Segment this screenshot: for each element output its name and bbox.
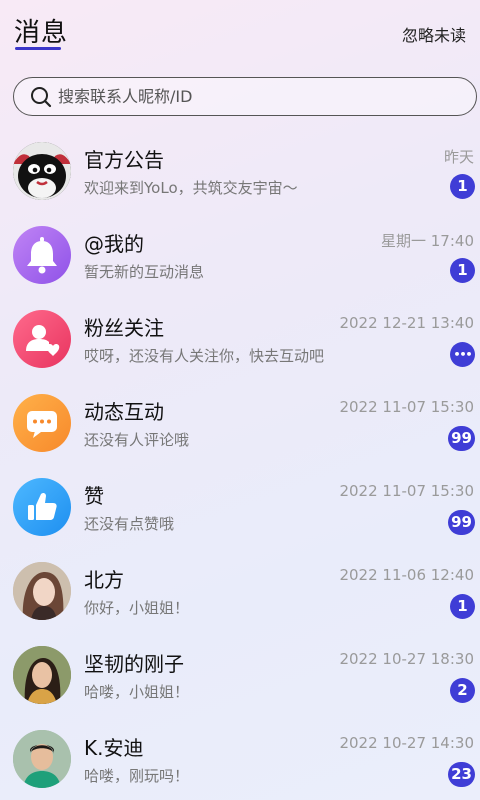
conversation-row-kandi[interactable]: K.安迪 哈喽，刚玩吗！ 2022 10-27 14:30 23	[0, 718, 480, 800]
conversation-time: 昨天	[443, 148, 474, 166]
conversation-row-likes[interactable]: 赞 还没有点赞哦 2022 11-07 15:30 99	[0, 466, 480, 550]
search-input[interactable]	[58, 78, 458, 114]
unread-badge: 99	[448, 510, 475, 535]
conversation-preview: 还没有人评论哦	[84, 431, 190, 449]
conversation-row-mentions[interactable]: @我的 暂无新的互动消息 星期一 17:40 1	[0, 214, 480, 298]
conversation-name: @我的	[84, 232, 144, 256]
conversation-name: 官方公告	[84, 148, 164, 172]
comment-bubble-icon	[13, 394, 71, 452]
conversation-name: K.安迪	[84, 736, 144, 760]
conversation-preview: 哈喽，小姐姐！	[84, 683, 190, 701]
page-title: 消息	[14, 18, 69, 48]
conversation-name: 赞	[84, 484, 104, 508]
conversation-time: 2022 11-06 12:40	[339, 566, 474, 584]
user-avatar	[13, 646, 71, 704]
conversation-name: 北方	[84, 568, 124, 592]
conversation-preview: 哎呀，还没有人关注你，快去互动吧	[84, 347, 325, 365]
conversation-row-gangzi[interactable]: 坚韧的刚子 哈喽，小姐姐！ 2022 10-27 18:30 2	[0, 634, 480, 718]
conversation-time: 2022 11-07 15:30	[339, 482, 474, 500]
conversation-name: 动态互动	[84, 400, 164, 424]
conversation-list: 官方公告 欢迎来到YoLo，共筑交友宇宙～ 昨天 1 @我的 暂无新的互动消息 …	[0, 130, 480, 800]
conversation-time: 星期一 17:40	[381, 232, 474, 250]
official-mascot-icon	[13, 142, 71, 200]
unread-badge: 1	[450, 174, 475, 199]
ignore-unread-button[interactable]: 忽略未读	[402, 22, 466, 46]
conversation-row-followers[interactable]: 粉丝关注 哎呀，还没有人关注你，快去互动吧 2022 12-21 13:40 •…	[0, 298, 480, 382]
title-underline	[15, 47, 61, 50]
conversation-name: 坚韧的刚子	[84, 652, 184, 676]
conversation-row-official[interactable]: 官方公告 欢迎来到YoLo，共筑交友宇宙～ 昨天 1	[0, 130, 480, 214]
unread-badge: 1	[450, 594, 475, 619]
conversation-row-interactions[interactable]: 动态互动 还没有人评论哦 2022 11-07 15:30 99	[0, 382, 480, 466]
conversation-time: 2022 12-21 13:40	[339, 314, 474, 332]
conversation-name: 粉丝关注	[84, 316, 164, 340]
conversation-preview: 哈喽，刚玩吗！	[84, 767, 190, 785]
more-badge: •••	[450, 342, 475, 367]
unread-badge: 1	[450, 258, 475, 283]
unread-badge: 99	[448, 426, 475, 451]
search-icon	[31, 87, 52, 108]
conversation-time: 2022 10-27 14:30	[339, 734, 474, 752]
conversation-time: 2022 10-27 18:30	[339, 650, 474, 668]
search-bar[interactable]	[13, 77, 477, 116]
conversation-preview: 暂无新的互动消息	[84, 263, 205, 281]
unread-badge: 2	[450, 678, 475, 703]
user-avatar	[13, 730, 71, 788]
conversation-row-beifang[interactable]: 北方 你好，小姐姐！ 2022 11-06 12:40 1	[0, 550, 480, 634]
follower-heart-icon	[13, 310, 71, 368]
conversation-preview: 欢迎来到YoLo，共筑交友宇宙～	[84, 179, 298, 197]
thumbs-up-icon	[13, 478, 71, 536]
conversation-preview: 你好，小姐姐！	[84, 599, 190, 617]
conversation-time: 2022 11-07 15:30	[339, 398, 474, 416]
unread-badge: 23	[448, 762, 475, 787]
user-avatar	[13, 562, 71, 620]
bell-icon	[13, 226, 71, 284]
conversation-preview: 还没有点赞哦	[84, 515, 175, 533]
header: 消息 忽略未读	[0, 0, 480, 60]
